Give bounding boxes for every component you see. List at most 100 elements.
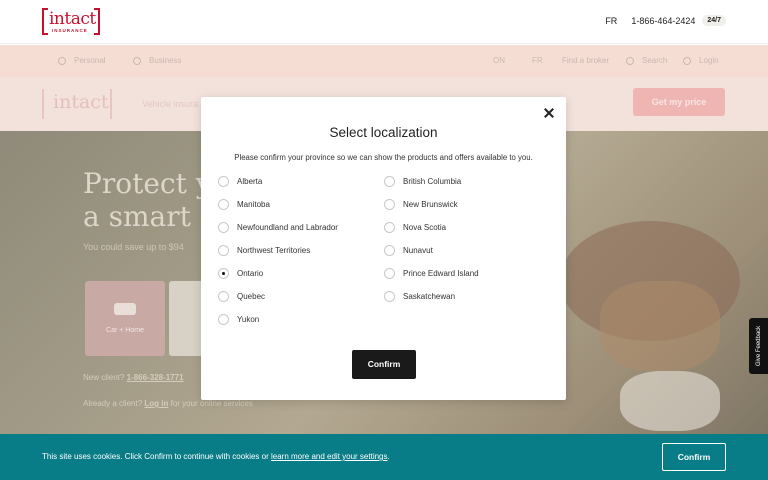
nav-business[interactable]: Business <box>133 56 181 65</box>
phone-number[interactable]: 1-866-464-2424 <box>631 16 695 26</box>
province-option-ontario[interactable]: Ontario <box>218 268 263 279</box>
province-label: New Brunswick <box>403 200 458 209</box>
radio-icon[interactable] <box>384 268 395 279</box>
nav-find-broker-label: Find a broker <box>562 56 610 65</box>
province-option-manitoba[interactable]: Manitoba <box>218 199 270 210</box>
province-option-nova-scotia[interactable]: Nova Scotia <box>384 222 446 233</box>
province-label: Nunavut <box>403 246 433 255</box>
province-label: Newfoundland and Labrador <box>237 223 338 232</box>
province-option-quebec[interactable]: Quebec <box>218 291 265 302</box>
radio-icon[interactable] <box>384 199 395 210</box>
cookie-text: This site uses cookies. Click Confirm to… <box>42 452 271 461</box>
radio-icon[interactable] <box>218 245 229 256</box>
modal-title: Select localization <box>329 125 438 140</box>
hero-image-shape <box>600 281 720 371</box>
province-label: Manitoba <box>237 200 270 209</box>
nav-language[interactable]: FR <box>532 56 543 65</box>
product-logo-word: intact <box>53 91 109 113</box>
nav-find-broker[interactable]: Find a broker <box>562 56 609 65</box>
province-option-new-brunswick[interactable]: New Brunswick <box>384 199 458 210</box>
nav-search-label: Search <box>642 56 668 65</box>
radio-icon[interactable] <box>384 176 395 187</box>
nav-language-label: FR <box>532 56 543 65</box>
secondary-nav: Personal Business ON FR Find a broker Se… <box>0 45 768 77</box>
province-option-british-columbia[interactable]: British Columbia <box>384 176 461 187</box>
nav-province-label: ON <box>493 56 505 65</box>
existing-client-rest: for your online services <box>170 399 253 408</box>
logo-bracket-right <box>94 8 100 35</box>
radio-icon[interactable] <box>384 291 395 302</box>
radio-icon[interactable] <box>218 314 229 325</box>
give-feedback-label: Give Feedback <box>755 325 762 367</box>
province-label: Northwest Territories <box>237 246 311 255</box>
cookie-banner: This site uses cookies. Click Confirm to… <box>0 434 768 480</box>
login-link[interactable]: Log in <box>144 399 168 408</box>
radio-icon[interactable] <box>218 199 229 210</box>
province-option-yukon[interactable]: Yukon <box>218 314 259 325</box>
hero-headline-line-1: Protect y <box>83 167 212 200</box>
existing-client-text: Already a client? Log in for your online… <box>83 399 253 408</box>
top-header: intact INSURANCE FR 1-866-464-2424 24/7 <box>0 0 768 44</box>
radio-icon[interactable] <box>218 176 229 187</box>
product-logo[interactable]: intact <box>42 89 112 119</box>
province-label: Alberta <box>237 177 263 186</box>
radio-selected-icon[interactable] <box>218 268 229 279</box>
new-client-phone[interactable]: 1-866-328-1771 <box>127 373 184 382</box>
province-option-northwest-territories[interactable]: Northwest Territories <box>218 245 310 256</box>
province-label: British Columbia <box>403 177 462 186</box>
nav-province[interactable]: ON <box>493 56 505 65</box>
province-label: Saskatchewan <box>403 292 456 301</box>
nav-personal[interactable]: Personal <box>58 56 106 65</box>
nav-vehicle-insurance[interactable]: Vehicle insura <box>142 99 198 109</box>
car-icon <box>114 303 136 315</box>
cookie-settings-link[interactable]: learn more and edit your settings <box>271 452 388 461</box>
province-label: Quebec <box>237 292 266 301</box>
user-icon <box>683 56 691 65</box>
nav-login-label: Login <box>699 56 719 65</box>
availability-badge: 24/7 <box>702 15 726 26</box>
give-feedback-tab[interactable]: Give Feedback <box>749 318 768 374</box>
confirm-province-button[interactable]: Confirm <box>352 350 416 379</box>
province-label: Ontario <box>237 269 264 278</box>
hero-image-shape <box>620 371 720 431</box>
car-home-label: Car + Home <box>106 327 144 334</box>
logo-subtitle: INSURANCE <box>52 28 88 33</box>
province-option-saskatchewan[interactable]: Saskatchewan <box>384 291 455 302</box>
search-icon <box>626 56 634 65</box>
hero-savings-text: You could save up to $94 <box>83 242 184 252</box>
province-option-prince-edward-island[interactable]: Prince Edward Island <box>384 268 479 279</box>
nav-search[interactable]: Search <box>626 56 667 65</box>
new-client-label: New client? <box>83 373 125 382</box>
get-price-button[interactable]: Get my price <box>633 88 725 116</box>
cookie-confirm-button[interactable]: Confirm <box>662 443 726 471</box>
radio-icon[interactable] <box>218 222 229 233</box>
province-option-newfoundland[interactable]: Newfoundland and Labrador <box>218 222 338 233</box>
close-icon[interactable] <box>542 106 556 120</box>
province-label: Nova Scotia <box>403 223 447 232</box>
person-icon <box>58 56 66 65</box>
briefcase-icon <box>133 56 141 65</box>
nav-business-label: Business <box>149 56 182 65</box>
province-option-alberta[interactable]: Alberta <box>218 176 262 187</box>
hero-headline-line-2: a smart <box>83 200 191 233</box>
hero-headline: Protect y a smart <box>83 167 212 233</box>
nav-login[interactable]: Login <box>683 56 719 65</box>
radio-icon[interactable] <box>384 245 395 256</box>
car-home-card[interactable]: Car + Home <box>85 281 165 356</box>
modal-description: Please confirm your province so we can s… <box>234 153 533 162</box>
new-client-text: New client? 1-866-328-1771 <box>83 373 184 382</box>
existing-client-label: Already a client? <box>83 399 143 408</box>
province-label: Prince Edward Island <box>403 269 479 278</box>
product-card[interactable] <box>169 281 203 356</box>
cookie-message: This site uses cookies. Click Confirm to… <box>42 452 390 461</box>
radio-icon[interactable] <box>384 222 395 233</box>
logo-bracket-left <box>42 8 48 35</box>
localization-modal: Select localization Please confirm your … <box>201 97 566 400</box>
province-label: Yukon <box>237 315 260 324</box>
radio-icon[interactable] <box>218 291 229 302</box>
language-toggle[interactable]: FR <box>605 16 617 26</box>
nav-personal-label: Personal <box>74 56 106 65</box>
province-option-nunavut[interactable]: Nunavut <box>384 245 433 256</box>
intact-logo[interactable]: intact INSURANCE <box>42 8 100 35</box>
header-utilities: FR 1-866-464-2424 24/7 <box>605 15 726 26</box>
